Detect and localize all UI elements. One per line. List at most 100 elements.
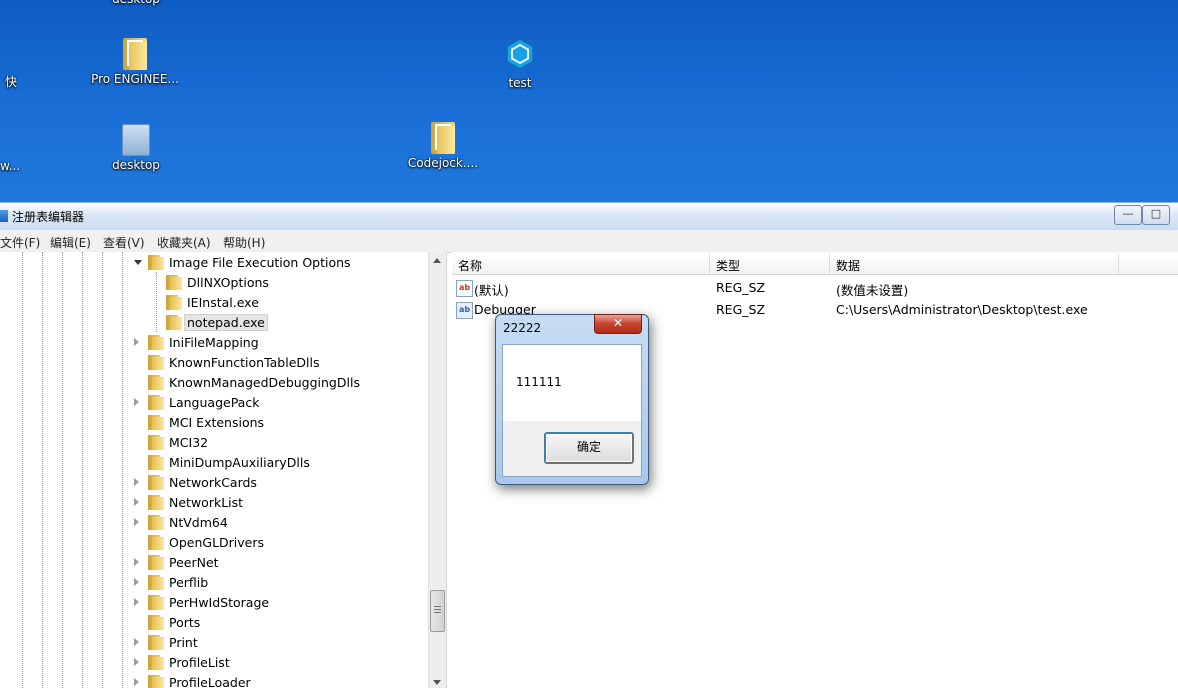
tree-item-label: MCI32 (169, 435, 209, 450)
folder-icon (148, 415, 164, 430)
value-type: REG_SZ (716, 280, 766, 295)
window-title: 注册表编辑器 (12, 210, 85, 224)
dialog-message-area: 111111 (503, 345, 641, 421)
tree-guide-line (22, 252, 23, 688)
folder-icon (148, 595, 164, 610)
desktop-icon-label: Codejock.... (407, 156, 479, 170)
desktop-icon-label: 快 (5, 75, 18, 89)
tree-item-label: notepad.exe (184, 314, 268, 331)
folder-icon (123, 38, 147, 70)
folder-icon (148, 475, 164, 490)
title-bar[interactable]: 注册表编辑器 — □ (0, 202, 1178, 231)
column-header: 名称 类型 数据 (452, 254, 1178, 275)
column-type[interactable]: 类型 (716, 257, 740, 274)
desktop-icon-test[interactable]: test (475, 38, 565, 91)
folder-icon (148, 375, 164, 390)
folder-icon (148, 675, 164, 688)
expand-arrow-icon[interactable] (134, 518, 139, 526)
desktop-icon-label: test (508, 76, 532, 90)
menu-file[interactable]: 文件(F) (0, 234, 40, 251)
tree-guide-line (82, 252, 83, 688)
column-data[interactable]: 数据 (836, 257, 860, 274)
tree-guide-line (102, 252, 103, 688)
minimize-button[interactable]: — (1114, 205, 1142, 225)
tree-item-label: NetworkCards (169, 475, 257, 490)
tree-item-label: NtVdm64 (169, 515, 228, 530)
column-name[interactable]: 名称 (458, 257, 482, 274)
menu-view[interactable]: 查看(V) (103, 234, 145, 251)
scroll-up-arrow-icon[interactable] (433, 258, 441, 263)
tree-item-label: Image File Execution Options (169, 255, 351, 270)
menu-favorites[interactable]: 收藏夹(A) (157, 234, 211, 251)
desktop-icon-desktop-folder[interactable]: desktop (91, 0, 181, 7)
tree-item-label: Ports (169, 615, 201, 630)
tree-guide-line (122, 252, 123, 688)
ok-button[interactable]: 确定 (545, 433, 633, 463)
tree-item-label: Print (169, 635, 198, 650)
expand-arrow-icon[interactable] (134, 598, 139, 606)
folder-icon (148, 515, 164, 530)
tree-scrollbar[interactable] (428, 252, 446, 688)
tree-item-label: LanguagePack (169, 395, 260, 410)
expand-arrow-icon[interactable] (134, 338, 139, 346)
menu-bar: 文件(F) 编辑(E) 查看(V) 收藏夹(A) 帮助(H) (0, 230, 1178, 253)
menu-edit[interactable]: 编辑(E) (50, 234, 91, 251)
value-row[interactable]: ab (默认) REG_SZ (数值未设置) (452, 277, 1178, 299)
folder-icon (148, 255, 164, 270)
folder-icon (148, 435, 164, 450)
expand-arrow-icon[interactable] (134, 398, 139, 406)
collapse-arrow-icon[interactable] (134, 260, 142, 265)
value-type: REG_SZ (716, 302, 766, 317)
scrollbar-thumb[interactable] (430, 590, 445, 632)
desktop-icon-desktop-doc[interactable]: desktop (91, 124, 181, 173)
dialog-body: 111111 确定 (502, 344, 642, 477)
folder-icon (148, 395, 164, 410)
scroll-down-arrow-icon[interactable] (433, 680, 441, 685)
expand-arrow-icon[interactable] (134, 578, 139, 586)
folder-icon (148, 355, 164, 370)
tree-item-label: MiniDumpAuxiliaryDlls (169, 455, 310, 470)
maximize-button[interactable]: □ (1142, 205, 1170, 225)
string-value-icon: ab (456, 280, 473, 297)
tree-item-label: ProfileLoader (169, 675, 251, 688)
tree-item-label: KnownManagedDebuggingDlls (169, 375, 360, 390)
tree-item-label: PerHwIdStorage (169, 595, 270, 610)
expand-arrow-icon[interactable] (134, 558, 139, 566)
tree-guide-line (42, 252, 43, 688)
expand-arrow-icon[interactable] (134, 478, 139, 486)
folder-icon (148, 495, 164, 510)
menu-help[interactable]: 帮助(H) (223, 234, 265, 251)
message-box-dialog: 22222 ✕ 111111 确定 (495, 314, 649, 485)
value-data: C:\Users\Administrator\Desktop\test.exe (836, 302, 1088, 317)
close-icon[interactable]: ✕ (594, 314, 642, 334)
value-name: (默认) (474, 283, 509, 298)
dialog-message: 111111 (516, 375, 562, 389)
folder-icon (148, 635, 164, 650)
folder-icon (148, 615, 164, 630)
desktop-icon-label: Pro ENGINEE... (91, 72, 179, 86)
expand-arrow-icon[interactable] (134, 498, 139, 506)
tree-item-label: OpenGLDrivers (169, 535, 265, 550)
folder-icon (166, 295, 182, 310)
tree-item-label: DllNXOptions (187, 275, 269, 290)
folder-icon (148, 655, 164, 670)
folder-icon (166, 275, 182, 290)
tree-item-label: IniFileMapping (169, 335, 259, 350)
tree-guide-line (156, 272, 157, 332)
folder-icon (166, 315, 182, 330)
tree-item-label: NetworkList (169, 495, 244, 510)
folder-icon (148, 555, 164, 570)
registry-key-tree[interactable]: Image File Execution Options DllNXOptions… (0, 252, 447, 688)
desktop-icon-pro-engineer[interactable]: Pro ENGINEE... (90, 38, 180, 87)
desktop-icon-label: desktop (112, 158, 160, 172)
tree-item-label: PeerNet (169, 555, 219, 570)
expand-arrow-icon[interactable] (134, 678, 139, 686)
desktop-icon-codejock[interactable]: Codejock.... (398, 122, 488, 171)
tree-item-label: MCI Extensions (169, 415, 265, 430)
desktop-icon-label: desktop (112, 0, 160, 6)
settings-document-icon (122, 124, 150, 156)
expand-arrow-icon[interactable] (134, 658, 139, 666)
tree-item-label: KnownFunctionTableDlls (169, 355, 320, 370)
expand-arrow-icon[interactable] (134, 638, 139, 646)
tree-guide-line (62, 252, 63, 688)
